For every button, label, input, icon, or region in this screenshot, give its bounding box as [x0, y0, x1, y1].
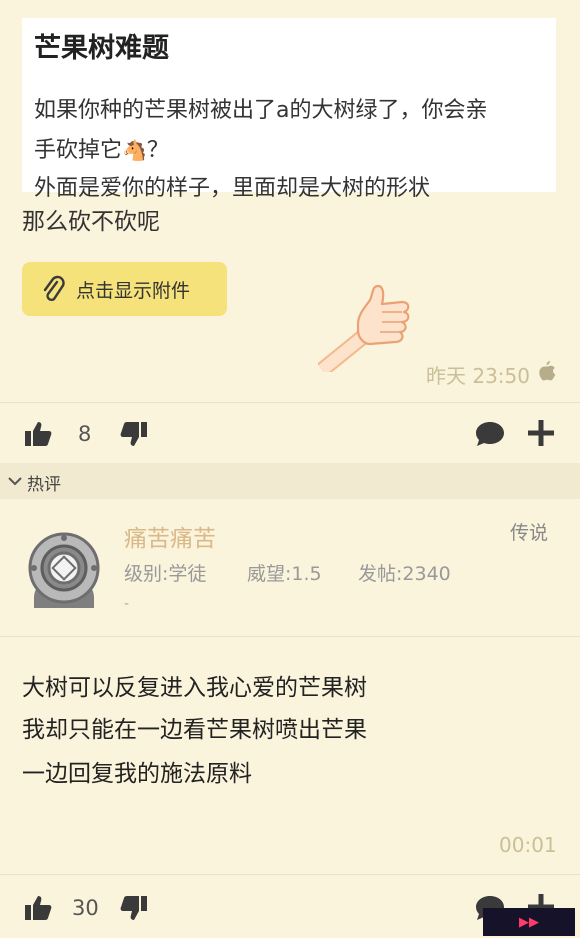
thumbs-up-sticker [318, 284, 410, 372]
apple-icon [539, 361, 556, 381]
divider [0, 402, 580, 403]
thumbs-up-icon[interactable] [24, 894, 52, 922]
quote-line-2: 手砍掉它🐴？ [34, 132, 169, 164]
quote-title: 芒果树难题 [34, 33, 169, 64]
divider [0, 874, 580, 875]
user-post-count: 发帖:2340 [358, 563, 451, 585]
comment-timestamp: 00:01 [499, 833, 557, 857]
user-level: 级别:学徒 [124, 563, 207, 585]
comment-icon[interactable] [474, 420, 506, 448]
post: 芒果树难题 如果你种的芒果树被出了a的大树绿了，你会亲 手砍掉它🐴？ 外面是爱你… [0, 0, 580, 460]
thumbs-down-icon[interactable] [120, 420, 148, 448]
like-count: 8 [78, 422, 92, 446]
horse-emoji-icon: 🐴 [122, 138, 147, 162]
watermark-logo-mark: ▶▶ [519, 914, 539, 930]
show-attachment-button[interactable]: 点击显示附件 [22, 262, 227, 316]
paperclip-icon [43, 275, 65, 302]
hot-comments-header[interactable]: 热评 [0, 463, 580, 499]
comment-line-3: 一边回复我的施法原料 [22, 761, 252, 787]
add-icon[interactable] [526, 418, 556, 448]
rank-badge: 传说 [510, 522, 549, 544]
thumbs-down-icon[interactable] [120, 894, 148, 922]
comment-line-1: 大树可以反复进入我心爱的芒果树 [22, 675, 367, 701]
comment-username[interactable]: 痛苦痛苦 [124, 519, 216, 553]
post-timestamp: 昨天 23:50 [426, 364, 530, 388]
chevron-down-icon [8, 477, 22, 486]
attachment-label: 点击显示附件 [76, 279, 191, 302]
comment-line-2: 我却只能在一边看芒果树喷出芒果 [22, 717, 367, 743]
post-text: 那么砍不砍呢 [22, 209, 160, 235]
quote-card: 芒果树难题 如果你种的芒果树被出了a的大树绿了，你会亲 手砍掉它🐴？ 外面是爱你… [22, 18, 556, 201]
like-count: 30 [72, 896, 99, 920]
hot-comments-label: 热评 [27, 475, 61, 495]
user-prestige: 威望:1.5 [247, 563, 322, 585]
quote-line-3: 外面是爱你的样子，里面却是大树的形状 [34, 176, 431, 201]
quote-line-2-text: 手砍掉它 [34, 138, 123, 163]
divider [0, 636, 580, 637]
watermark-logo: ▶▶ [483, 908, 575, 936]
quote-line-1: 如果你种的芒果树被出了a的大树绿了，你会亲 [34, 98, 488, 123]
user-signature: - [124, 596, 130, 612]
thumbs-up-icon[interactable] [24, 420, 52, 448]
quote-line-2-tail: ？ [146, 138, 169, 163]
avatar[interactable] [22, 526, 106, 610]
post-action-bar: 8 [0, 410, 580, 460]
